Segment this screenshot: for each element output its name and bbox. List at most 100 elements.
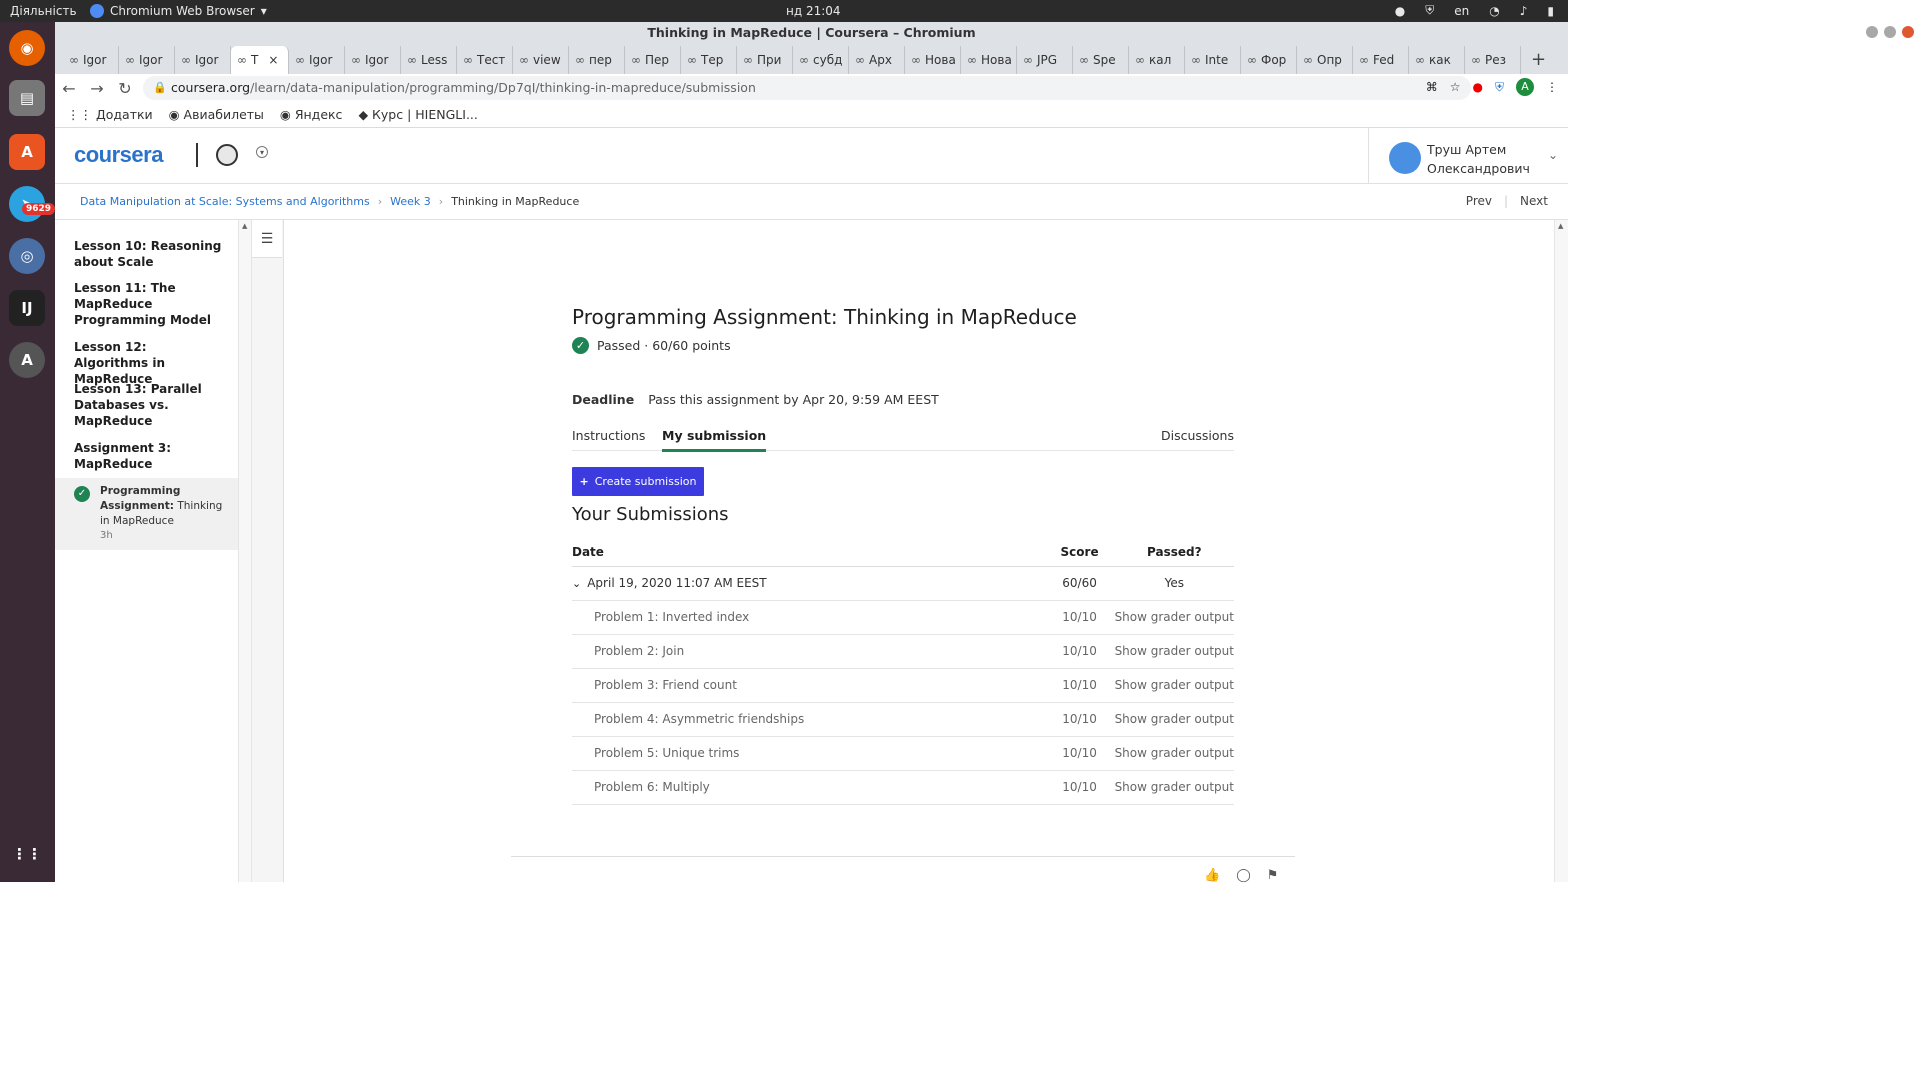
tab-discussions[interactable]: Discussions [1161, 428, 1234, 443]
chevron-down-icon[interactable]: ⌄ [572, 577, 581, 590]
maximize-button[interactable] [1884, 26, 1896, 38]
updater-icon[interactable]: A [9, 342, 45, 378]
language-indicator[interactable]: en [1454, 4, 1469, 18]
browser-tab[interactable]: ∞ Igor [289, 46, 345, 74]
forward-button[interactable]: → [83, 79, 111, 98]
chevron-down-icon[interactable]: ▾ [256, 146, 268, 158]
menu-icon[interactable]: ⋮ [1546, 80, 1558, 94]
user-menu[interactable]: Труш Артем Олександрович ⌄ [1368, 128, 1568, 184]
browser-tab[interactable]: ∞ Inte [1185, 46, 1241, 74]
browser-tab[interactable]: ∞ Нова в [905, 46, 961, 74]
logo-divider [196, 143, 198, 167]
browser-tab[interactable]: ∞ JPG [1017, 46, 1073, 74]
browser-tab[interactable]: ∞ как [1409, 46, 1465, 74]
battery-icon[interactable]: ▮ [1547, 4, 1554, 18]
tab-instructions[interactable]: Instructions [572, 428, 645, 443]
show-grader-output-link[interactable]: Show grader output [1114, 770, 1234, 805]
close-window-button[interactable] [1902, 26, 1914, 38]
browser-tab[interactable]: ∞ Рез [1465, 46, 1521, 74]
chromium-dock-icon[interactable]: ◎ [9, 238, 45, 274]
system-tray[interactable]: ● ⛨ en ◔ ♪ ▮ [1395, 3, 1554, 18]
update-icon[interactable]: ● [1395, 4, 1405, 18]
browser-tab[interactable]: ∞ Фор [1241, 46, 1297, 74]
new-tab-button[interactable]: + [1521, 49, 1556, 74]
prev-button[interactable]: Prev [1466, 194, 1492, 208]
shield-extension-icon[interactable]: ⛨ [1495, 80, 1504, 95]
submission-row[interactable]: ⌄ April 19, 2020 11:07 AM EEST 60/60 Yes [572, 566, 1234, 601]
university-seal-icon[interactable] [216, 144, 238, 166]
list-icon[interactable]: ☰ [252, 220, 282, 258]
browser-tab[interactable]: ∞ view [513, 46, 569, 74]
sidebar-current-item[interactable]: ✓ Programming Assignment: Thinking in Ma… [55, 478, 238, 550]
show-grader-output-link[interactable]: Show grader output [1114, 736, 1234, 771]
browser-tab[interactable]: ∞ Less [401, 46, 457, 74]
browser-tab[interactable]: ∞ Тер [681, 46, 737, 74]
activities-button[interactable]: Діяльність [10, 4, 77, 18]
close-tab-icon[interactable]: × [268, 53, 278, 67]
browser-tab[interactable]: ∞ Опр [1297, 46, 1353, 74]
tab-my-submission[interactable]: My submission [662, 428, 767, 452]
browser-tab[interactable]: ∞ Арх [849, 46, 905, 74]
bookmark-item[interactable]: ◉ Яндекс [280, 107, 343, 122]
browser-tab[interactable]: ∞ При [737, 46, 793, 74]
translate-icon[interactable]: ⌘ [1426, 80, 1438, 94]
address-bar[interactable]: 🔒 coursera.org/learn/data-manipulation/p… [143, 76, 1471, 100]
browser-tab[interactable]: ∞ субд [793, 46, 849, 74]
reload-button[interactable]: ↻ [111, 79, 139, 98]
comment-icon[interactable]: ◯ [1236, 868, 1251, 882]
browser-tab[interactable]: ∞ Пер [625, 46, 681, 74]
show-grader-output-link[interactable]: Show grader output [1114, 702, 1234, 737]
browser-tab[interactable]: ∞ Тест [457, 46, 513, 74]
show-apps-icon[interactable]: ⋮⋮ [9, 836, 45, 872]
opera-extension-icon[interactable]: ● [1473, 80, 1483, 94]
browser-tab[interactable]: ∞ Igor [63, 46, 119, 74]
browser-tab[interactable]: ∞ Igor [345, 46, 401, 74]
volume-icon[interactable]: ♪ [1520, 4, 1528, 18]
thumbs-up-icon[interactable]: 👍 [1204, 868, 1220, 882]
app-menu[interactable]: Chromium Web Browser ▾ [90, 4, 267, 18]
minimize-button[interactable] [1866, 26, 1878, 38]
show-grader-output-link[interactable]: Show grader output [1114, 600, 1234, 635]
sidebar-lesson[interactable]: Lesson 10: Reasoning about Scale [74, 238, 224, 270]
page-scrollbar[interactable]: ▲ [1554, 220, 1568, 882]
bookmark-item[interactable]: ◆ Курс | HIENGLI... [358, 107, 477, 122]
scroll-up-icon[interactable]: ▲ [242, 222, 247, 230]
bookmark-apps[interactable]: ⋮⋮ Додатки [67, 107, 153, 122]
next-button[interactable]: Next [1520, 194, 1548, 208]
browser-tab[interactable]: ∞ кал [1129, 46, 1185, 74]
scroll-up-icon[interactable]: ▲ [1558, 222, 1563, 230]
clock[interactable]: нд 21:04 [786, 4, 841, 18]
wifi-icon[interactable]: ◔ [1489, 4, 1499, 18]
tab-active[interactable]: ∞ T × [231, 46, 289, 74]
browser-tab[interactable]: ∞ Fed [1353, 46, 1409, 74]
sidebar-lesson[interactable]: Assignment 3: MapReduce [74, 440, 224, 472]
profile-avatar[interactable]: A [1516, 78, 1534, 96]
tab-label: Пер [645, 53, 670, 67]
intellij-icon[interactable]: IJ [9, 290, 45, 326]
sidebar-scrollbar[interactable]: ▲ [238, 220, 252, 882]
breadcrumb-week[interactable]: Week 3 [390, 195, 431, 208]
firefox-icon[interactable]: ◉ [9, 30, 45, 66]
browser-tab[interactable]: ∞ Нова в [961, 46, 1017, 74]
show-grader-output-link[interactable]: Show grader output [1114, 634, 1234, 669]
back-button[interactable]: ← [55, 79, 83, 98]
browser-tab[interactable]: ∞ Spe [1073, 46, 1129, 74]
files-icon[interactable]: ▤ [9, 80, 45, 116]
browser-tab[interactable]: ∞ Igor [175, 46, 231, 74]
breadcrumb-course[interactable]: Data Manipulation at Scale: Systems and … [80, 195, 370, 208]
bookmark-item[interactable]: ◉ Авиабилеты [169, 107, 264, 122]
sidebar-lesson[interactable]: Lesson 13: Parallel Databases vs. MapRed… [74, 381, 224, 429]
browser-tab[interactable]: ∞ пер [569, 46, 625, 74]
coursera-logo[interactable]: coursera [74, 142, 163, 168]
software-center-icon[interactable]: A [9, 134, 45, 170]
shield-icon[interactable]: ⛨ [1425, 3, 1434, 18]
browser-tab[interactable]: ∞ Igor [119, 46, 175, 74]
favicon-icon: ∞ [519, 53, 529, 67]
sidebar-lesson[interactable]: Lesson 12: Algorithms in MapReduce [74, 339, 224, 387]
bookmark-star-icon[interactable]: ☆ [1450, 80, 1461, 94]
flag-icon[interactable]: ⚑ [1267, 868, 1279, 882]
lock-icon[interactable]: 🔒 [153, 76, 167, 100]
sidebar-lesson[interactable]: Lesson 11: The MapReduce Programming Mod… [74, 280, 224, 328]
create-submission-button[interactable]: + Create submission [572, 467, 704, 496]
show-grader-output-link[interactable]: Show grader output [1114, 668, 1234, 703]
